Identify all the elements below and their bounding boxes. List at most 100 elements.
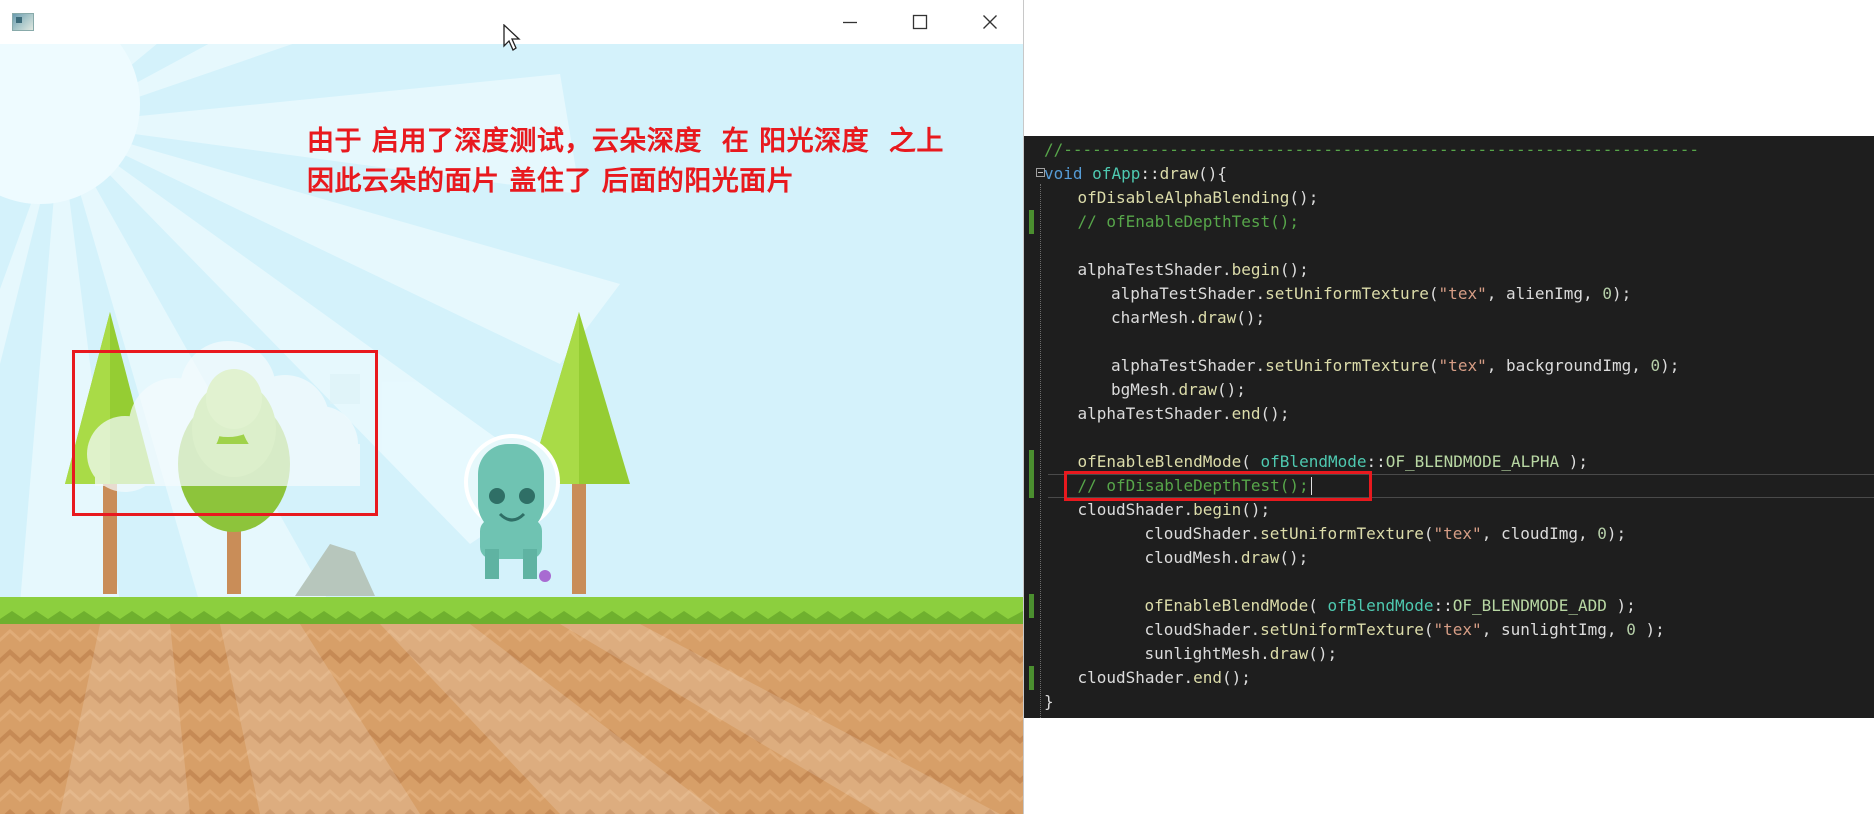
code-text: charMesh.draw(); xyxy=(1111,306,1265,330)
code-token: ( xyxy=(1423,620,1434,639)
code-token: (); xyxy=(1279,260,1309,279)
code-token: "tex" xyxy=(1433,524,1482,543)
code-line[interactable]: bgMesh.draw(); xyxy=(1024,378,1874,402)
code-token: ofEnableBlendMode xyxy=(1144,596,1309,615)
code-token: cloudShader xyxy=(1144,524,1251,543)
code-token: . xyxy=(1255,356,1266,375)
code-token: draw xyxy=(1240,548,1280,567)
code-line[interactable]: } xyxy=(1024,690,1874,714)
change-marker xyxy=(1029,594,1034,618)
code-token: } xyxy=(1044,692,1054,711)
code-line[interactable]: cloudShader.setUniformTexture("tex", clo… xyxy=(1024,522,1874,546)
code-line[interactable]: ofDisableAlphaBlending(); xyxy=(1024,186,1874,210)
code-token: (); xyxy=(1289,188,1319,207)
code-line[interactable]: charMesh.draw(); xyxy=(1024,306,1874,330)
code-token: ); xyxy=(1635,620,1665,639)
code-text: alphaTestShader.begin(); xyxy=(1078,258,1309,282)
change-marker xyxy=(1029,450,1034,474)
code-line[interactable]: cloudShader.begin(); xyxy=(1024,498,1874,522)
code-line[interactable]: //--------------------------------------… xyxy=(1024,138,1874,162)
code-text: cloudShader.setUniformTexture("tex", clo… xyxy=(1145,522,1627,546)
code-token: setUniformTexture xyxy=(1260,620,1424,639)
code-line[interactable] xyxy=(1024,234,1874,258)
code-line[interactable]: cloudShader.setUniformTexture("tex", sun… xyxy=(1024,618,1874,642)
code-token: . xyxy=(1183,500,1194,519)
cloud-highlight-box xyxy=(72,350,378,516)
code-token: (); xyxy=(1308,644,1338,663)
code-token: ofDisableAlphaBlending xyxy=(1077,188,1290,207)
code-token: draw xyxy=(1197,308,1237,327)
game-scene[interactable]: 由于 启用了深度测试，云朵深度 在 阳光深度 之上 因此云朵的面片 盖住了 后面… xyxy=(0,44,1023,814)
code-text: alphaTestShader.end(); xyxy=(1078,402,1290,426)
code-token: ); xyxy=(1606,524,1627,543)
code-line[interactable]: ofEnableBlendMode( ofBlendMode::OF_BLEND… xyxy=(1024,594,1874,618)
code-token: charMesh xyxy=(1111,308,1189,327)
code-text: cloudShader.setUniformTexture("tex", sun… xyxy=(1145,618,1665,642)
code-token: setUniformTexture xyxy=(1260,524,1424,543)
code-token: :: xyxy=(1140,164,1160,183)
code-token: (){ xyxy=(1198,164,1228,183)
code-token: bgMesh xyxy=(1111,380,1169,399)
code-token: ( xyxy=(1428,284,1439,303)
code-token: (); xyxy=(1279,548,1309,567)
code-text: // ofEnableDepthTest(); xyxy=(1078,210,1300,234)
code-token: . xyxy=(1183,668,1194,687)
code-token: . xyxy=(1168,380,1179,399)
code-token: begin xyxy=(1193,500,1242,519)
code-token: setUniformTexture xyxy=(1265,284,1429,303)
code-token: draw xyxy=(1178,380,1217,399)
code-line[interactable]: alphaTestShader.begin(); xyxy=(1024,258,1874,282)
code-token: . xyxy=(1255,284,1266,303)
code-token: 0 xyxy=(1626,620,1636,639)
code-line[interactable]: // ofEnableDepthTest(); xyxy=(1024,210,1874,234)
code-token: (); xyxy=(1222,668,1251,687)
mouse-cursor-icon xyxy=(503,24,521,51)
code-token: "tex" xyxy=(1438,284,1487,303)
maximize-button[interactable] xyxy=(897,0,943,44)
close-button[interactable] xyxy=(967,0,1013,44)
code-line[interactable]: cloudMesh.draw(); xyxy=(1024,546,1874,570)
code-text: void ofApp::draw(){ xyxy=(1044,162,1227,186)
code-token: , alienImg, xyxy=(1486,284,1603,303)
code-line[interactable] xyxy=(1024,426,1874,450)
code-token: ( xyxy=(1428,356,1439,375)
code-token: alphaTestShader xyxy=(1111,356,1256,375)
code-line[interactable]: void ofApp::draw(){ xyxy=(1024,162,1874,718)
code-line[interactable]: alphaTestShader.end(); xyxy=(1024,402,1874,426)
minimize-button[interactable] xyxy=(827,0,873,44)
code-line[interactable] xyxy=(1024,570,1874,594)
code-line[interactable] xyxy=(1024,330,1874,354)
code-token: ); xyxy=(1606,596,1636,615)
code-token: . xyxy=(1222,404,1232,423)
code-token: . xyxy=(1231,548,1241,567)
change-marker xyxy=(1029,666,1034,690)
app-icon[interactable] xyxy=(12,13,34,31)
maximize-icon xyxy=(912,14,928,30)
code-token: //--------------------------------------… xyxy=(1044,140,1700,159)
code-line[interactable]: alphaTestShader.setUniformTexture("tex",… xyxy=(1024,282,1874,306)
app-window: 由于 启用了深度测试，云朵深度 在 阳光深度 之上 因此云朵的面片 盖住了 后面… xyxy=(0,0,1024,814)
code-text: //--------------------------------------… xyxy=(1044,138,1699,162)
code-token: 0 xyxy=(1650,356,1661,375)
code-text: ofEnableBlendMode( ofBlendMode::OF_BLEND… xyxy=(1145,594,1636,618)
code-line[interactable]: sunlightMesh.draw(); xyxy=(1024,642,1874,666)
code-token: end xyxy=(1193,668,1223,687)
code-token: :: xyxy=(1366,452,1386,471)
code-token: ofEnableBlendMode xyxy=(1077,452,1242,471)
code-line[interactable]: cloudShader.end(); xyxy=(1024,666,1874,690)
code-token: 0 xyxy=(1597,524,1607,543)
code-highlight-box xyxy=(1064,471,1372,501)
code-line[interactable]: alphaTestShader.setUniformTexture("tex",… xyxy=(1024,354,1874,378)
code-token: alphaTestShader xyxy=(1077,404,1223,423)
code-token: . xyxy=(1188,308,1198,327)
code-token: cloudShader xyxy=(1144,620,1251,639)
code-token: ( xyxy=(1423,524,1434,543)
code-token: cloudShader xyxy=(1077,500,1184,519)
code-editor[interactable]: //--------------------------------------… xyxy=(1024,136,1874,718)
code-token: begin xyxy=(1231,260,1280,279)
code-token: , cloudImg, xyxy=(1481,524,1598,543)
code-token: 0 xyxy=(1602,284,1612,303)
code-token: cloudShader xyxy=(1077,668,1184,687)
code-token: cloudMesh xyxy=(1144,548,1232,567)
code-text: } xyxy=(1044,690,1054,714)
